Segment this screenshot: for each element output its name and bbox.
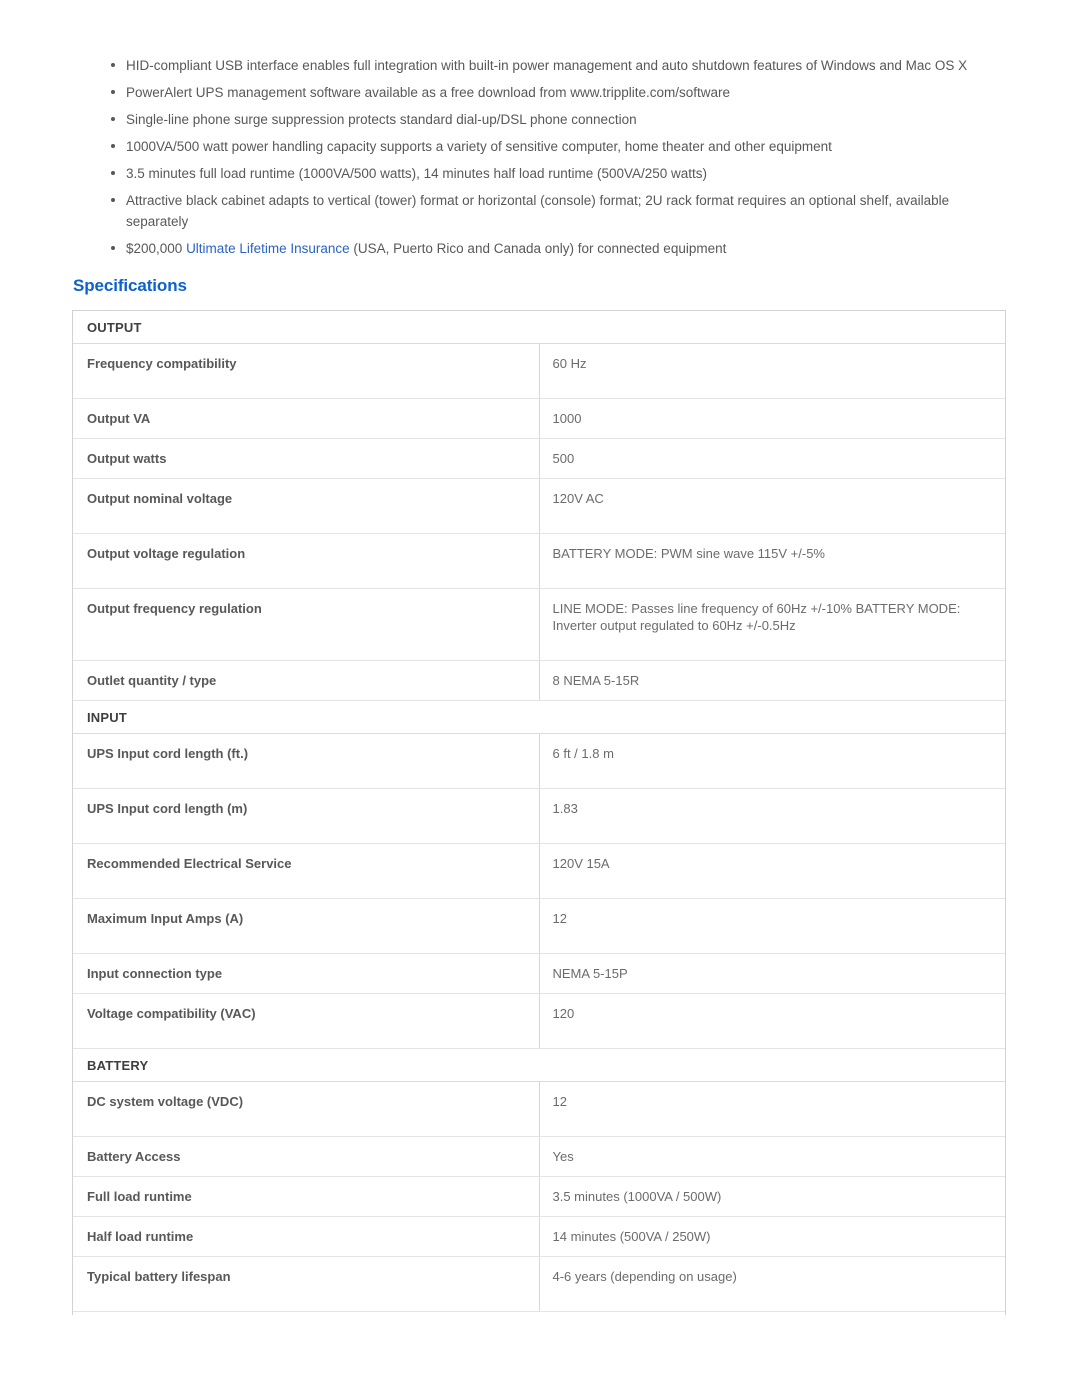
spec-section-title: BATTERY xyxy=(73,1048,1005,1082)
spec-row-value: BATTERY MODE: PWM sine wave 115V +/-5% xyxy=(538,533,1005,589)
spec-row-label: Output frequency regulation xyxy=(73,588,540,661)
bullet-icon xyxy=(111,246,115,250)
spec-row-label: Maximum Input Amps (A) xyxy=(73,898,540,954)
spec-section-title: INPUT xyxy=(73,700,1005,734)
spec-row-value: 1000 xyxy=(538,398,1005,439)
spec-row-value: 3.5 minutes (1000VA / 500W) xyxy=(538,1176,1005,1217)
feature-list-item: $200,000 Ultimate Lifetime Insurance (US… xyxy=(103,238,1003,259)
spec-row: Half load runtime 14 minutes (500VA / 250… xyxy=(73,1216,1005,1257)
feature-text: Single-line phone surge suppression prot… xyxy=(126,112,637,127)
bullet-icon xyxy=(111,198,115,202)
spec-row-value: 4-6 years (depending on usage) xyxy=(538,1256,1005,1312)
spec-row-label: Recommended Electrical Service xyxy=(73,843,540,899)
feature-text-prefix: $200,000 xyxy=(126,241,187,256)
spec-row-value: Yes xyxy=(538,1136,1005,1177)
spec-row-value: 120 xyxy=(538,993,1005,1049)
spec-row: Frequency compatibility 60 Hz xyxy=(73,343,1005,399)
spec-row-label: Battery Access xyxy=(73,1136,540,1177)
spec-row: Output voltage regulation BATTERY MODE: P… xyxy=(73,533,1005,589)
spec-row-label: Voltage compatibility (VAC) xyxy=(73,993,540,1049)
spec-row-label: Half load runtime xyxy=(73,1216,540,1257)
spec-row-value: LINE MODE: Passes line frequency of 60Hz… xyxy=(538,588,1005,661)
spec-row-value: 8 NEMA 5-15R xyxy=(538,660,1005,701)
feature-list-item: PowerAlert UPS management software avail… xyxy=(103,82,1003,103)
spec-row: UPS Input cord length (ft.) 6 ft / 1.8 m xyxy=(73,733,1005,789)
spec-row-label: Frequency compatibility xyxy=(73,343,540,399)
feature-text-suffix: (USA, Puerto Rico and Canada only) for c… xyxy=(349,241,727,256)
specifications-table-container: OUTPUT Frequency compatibility 60 Hz Output… xyxy=(72,310,1006,1315)
feature-list-item: HID-compliant USB interface enables full… xyxy=(103,55,1003,76)
bullet-icon xyxy=(111,63,115,67)
page-title: Specifications xyxy=(73,276,187,295)
spec-row-value: 12 xyxy=(538,1081,1005,1137)
spec-row: Input connection type NEMA 5-15P xyxy=(73,953,1005,994)
spec-row: Maximum Input Amps (A) 12 xyxy=(73,898,1005,954)
bullet-icon xyxy=(111,144,115,148)
spec-section-title: OUTPUT xyxy=(73,311,1005,344)
spec-row-label: Output voltage regulation xyxy=(73,533,540,589)
spec-row-value: 120V 15A xyxy=(538,843,1005,899)
feature-list-item: Single-line phone surge suppression prot… xyxy=(103,109,1003,130)
specifications-table: OUTPUT Frequency compatibility 60 Hz Output… xyxy=(73,311,1005,1315)
spec-row-label: Outlet quantity / type xyxy=(73,660,540,701)
spec-row: Outlet quantity / type 8 NEMA 5-15R xyxy=(73,660,1005,701)
spec-row: Output watts 500 xyxy=(73,438,1005,479)
spec-row: Recommended Electrical Service 120V 15A xyxy=(73,843,1005,899)
spec-row: Voltage compatibility (VAC) 120 xyxy=(73,993,1005,1049)
feature-list-item: 1000VA/500 watt power handling capacity … xyxy=(103,136,1003,157)
spec-row-value: 120V AC xyxy=(538,478,1005,534)
spec-row-value: 60 Hz xyxy=(538,343,1005,399)
spec-row-value: 1.83 xyxy=(538,788,1005,844)
spec-row-value: NEMA 5-15P xyxy=(538,953,1005,994)
spec-section-header-row: OUTPUT xyxy=(73,311,1005,344)
spec-row-label: Output nominal voltage xyxy=(73,478,540,534)
spec-row: Battery Access Yes xyxy=(73,1136,1005,1177)
spec-row-value: 500 xyxy=(538,438,1005,479)
spec-row-label: UPS Input cord length (ft.) xyxy=(73,733,540,789)
feature-text: PowerAlert UPS management software avail… xyxy=(126,85,731,100)
spec-row-value: 14 minutes (500VA / 250W) xyxy=(538,1216,1005,1257)
spec-row-label: Full load runtime xyxy=(73,1176,540,1217)
spec-section-header-row: VOLTAGE REGULATION xyxy=(73,1311,1005,1315)
spec-section-header-row: BATTERY xyxy=(73,1048,1005,1082)
bullet-icon xyxy=(111,171,115,175)
spec-row-label: Input connection type xyxy=(73,953,540,994)
spec-row: DC system voltage (VDC) 12 xyxy=(73,1081,1005,1137)
feature-text: 1000VA/500 watt power handling capacity … xyxy=(126,139,832,154)
spec-row-label: Typical battery lifespan xyxy=(73,1256,540,1312)
spec-row-value: 6 ft / 1.8 m xyxy=(538,733,1005,789)
bullet-icon xyxy=(111,90,115,94)
spec-row-label: UPS Input cord length (m) xyxy=(73,788,540,844)
spec-row: Output frequency regulation LINE MODE: Pa… xyxy=(73,588,1005,661)
bullet-icon xyxy=(111,117,115,121)
spec-row: UPS Input cord length (m) 1.83 xyxy=(73,788,1005,844)
feature-text: HID-compliant USB interface enables full… xyxy=(126,58,968,73)
feature-bullet-list: HID-compliant USB interface enables full… xyxy=(103,55,1003,265)
ultimate-lifetime-insurance-link[interactable]: Ultimate Lifetime Insurance xyxy=(186,241,350,256)
spec-row-label: Output watts xyxy=(73,438,540,479)
specifications-table-body: OUTPUT Frequency compatibility 60 Hz Output… xyxy=(73,311,1005,1315)
spec-row: Full load runtime 3.5 minutes (1000VA / 5… xyxy=(73,1176,1005,1217)
spec-section-header-row: INPUT xyxy=(73,700,1005,734)
feature-text: Attractive black cabinet adapts to verti… xyxy=(126,193,950,229)
feature-list-item: 3.5 minutes full load runtime (1000VA/50… xyxy=(103,163,1003,184)
spec-row-label: Output VA xyxy=(73,398,540,439)
spec-row: Typical battery lifespan 4-6 years (depen… xyxy=(73,1256,1005,1312)
spec-section-title: VOLTAGE REGULATION xyxy=(73,1311,1005,1315)
product-spec-page: HID-compliant USB interface enables full… xyxy=(0,0,1080,1397)
feature-text: 3.5 minutes full load runtime (1000VA/50… xyxy=(126,166,708,181)
spec-row: Output nominal voltage 120V AC xyxy=(73,478,1005,534)
spec-row-label: DC system voltage (VDC) xyxy=(73,1081,540,1137)
spec-row: Output VA 1000 xyxy=(73,398,1005,439)
feature-list-item: Attractive black cabinet adapts to verti… xyxy=(103,190,1003,232)
spec-row-value: 12 xyxy=(538,898,1005,954)
